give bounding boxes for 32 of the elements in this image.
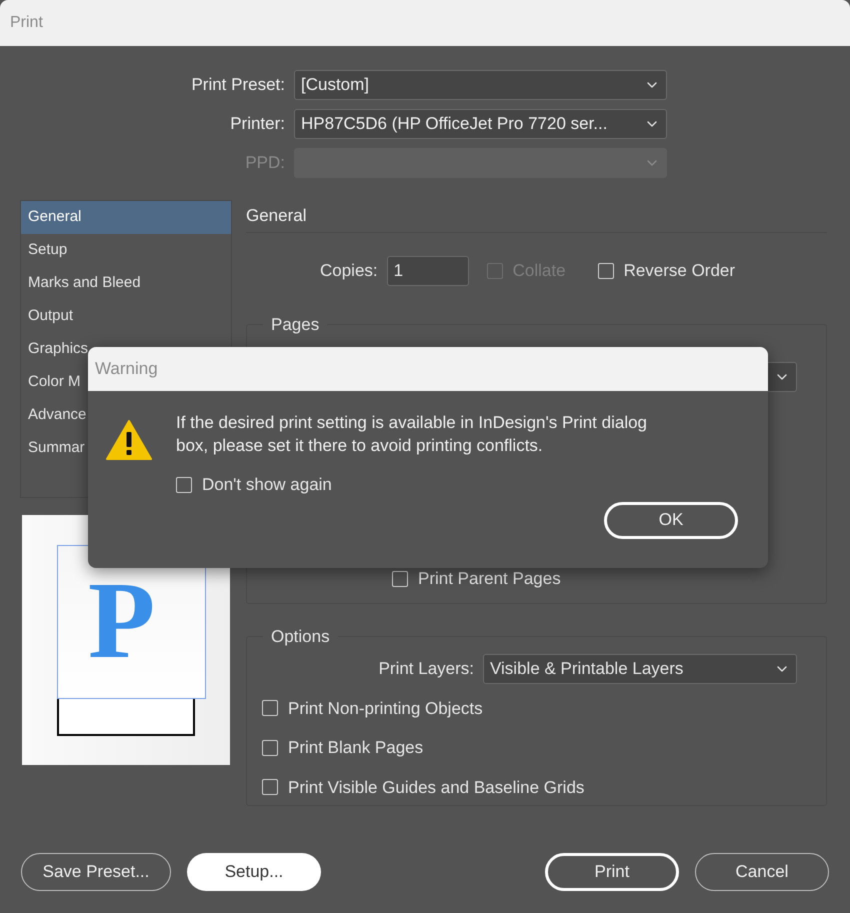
checkbox-label: Print Parent Pages: [418, 568, 561, 590]
checkbox-label: Print Non-printing Objects: [288, 698, 483, 720]
ok-button[interactable]: OK: [604, 502, 738, 538]
preview-letter: P: [88, 565, 156, 675]
dialog-title: Warning: [95, 358, 158, 380]
sidebar-item[interactable]: Setup: [21, 234, 231, 267]
window-title: Print: [10, 13, 43, 33]
sidebar-item[interactable]: General: [21, 201, 231, 234]
checkbox-label: Print Visible Guides and Baseline Grids: [288, 776, 584, 798]
dialog-button[interactable]: Save Preset...: [21, 853, 171, 891]
dropdown[interactable]: HP87C5D6 (HP OfficeJet Pro 7720 ser...: [294, 109, 667, 139]
dropdown[interactable]: Visible & Printable Layers: [483, 654, 797, 684]
copies-label: Copies:: [320, 260, 378, 282]
field-label: Printer:: [229, 113, 285, 136]
copies-field[interactable]: 1: [386, 256, 469, 286]
checkbox-label: Don't show again: [202, 474, 332, 496]
field-label: Print Layers:: [378, 658, 474, 680]
group-title: Pages: [271, 315, 320, 334]
warning-icon: [106, 419, 152, 461]
group-title: Options: [271, 627, 330, 646]
dialog-button[interactable]: Setup...: [187, 853, 321, 891]
dropdown[interactable]: [767, 362, 797, 392]
sidebar-item[interactable]: Output: [21, 300, 231, 333]
section-header: General: [246, 200, 827, 233]
dropdown[interactable]: [Custom]: [294, 70, 667, 100]
field-label: Print Preset:: [190, 74, 285, 96]
checkbox-label: Reverse Order: [624, 260, 736, 282]
sidebar-item[interactable]: Marks and Bleed: [21, 267, 231, 300]
dialog-button[interactable]: Print: [545, 853, 679, 891]
warning-message: If the desired print setting is available in InDesign's Print dialog box, please set it there to avoid printing conflicts.: [176, 412, 648, 457]
checkbox-label: Print Blank Pages: [288, 737, 424, 759]
dialog-button[interactable]: Cancel: [695, 853, 829, 891]
